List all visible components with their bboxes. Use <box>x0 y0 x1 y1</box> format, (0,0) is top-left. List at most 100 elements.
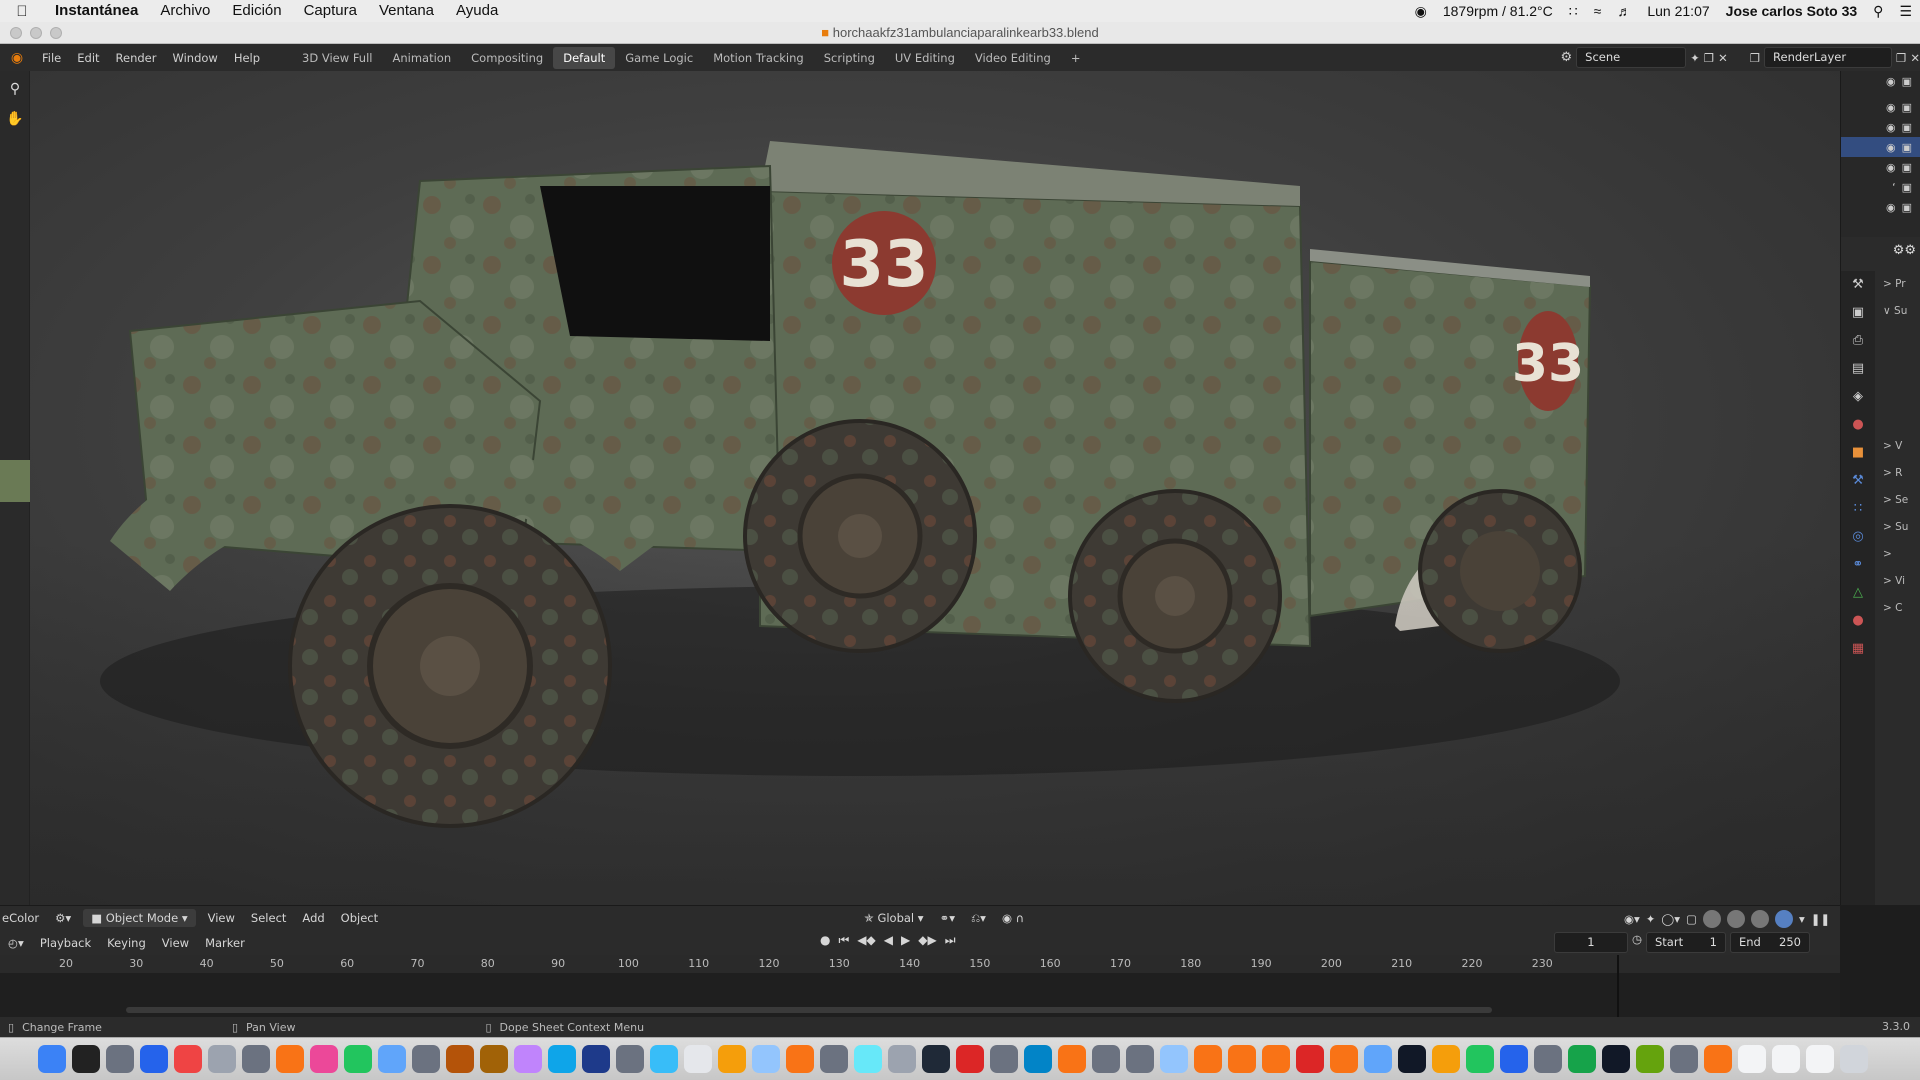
dock-app-icon[interactable] <box>1534 1045 1562 1073</box>
object-tab-icon[interactable]: ■ <box>1841 439 1875 467</box>
minimize-window-button[interactable] <box>30 27 42 39</box>
spotlight-icon[interactable]: ⚲ <box>1865 3 1891 20</box>
tab-uv-editing[interactable]: UV Editing <box>885 47 965 69</box>
dock-app-icon[interactable] <box>582 1045 610 1073</box>
pivot-icon[interactable]: ⚭▾ <box>932 911 963 925</box>
menu-select[interactable]: Select <box>243 911 294 925</box>
proportional-edit-icon[interactable]: ◉ ∩ <box>994 911 1032 925</box>
image-thumbnail-strip[interactable] <box>0 460 30 502</box>
physics-tab-icon[interactable]: ◎ <box>1841 523 1875 551</box>
panel-row[interactable]: > Pr <box>1877 271 1920 298</box>
dock-app-icon[interactable] <box>174 1045 202 1073</box>
dock-app-icon[interactable] <box>140 1045 168 1073</box>
view-layer-tab-icon[interactable]: ▤ <box>1841 355 1875 383</box>
dock-app-icon[interactable] <box>378 1045 406 1073</box>
outliner-row[interactable]: ◉ ▣ <box>1841 97 1920 117</box>
close-window-button[interactable] <box>10 27 22 39</box>
dock-app-icon[interactable] <box>1704 1045 1732 1073</box>
panel-row[interactable]: ∨ Su <box>1877 298 1920 325</box>
gizmo-icon[interactable]: ✦ <box>1646 912 1656 926</box>
tab-compositing[interactable]: Compositing <box>461 47 553 69</box>
menu-keying[interactable]: Keying <box>99 936 154 950</box>
dock-app-icon[interactable] <box>922 1045 950 1073</box>
shading-options-icon[interactable]: ▾ <box>1799 912 1805 926</box>
dock-app-icon[interactable] <box>990 1045 1018 1073</box>
dock-app-icon[interactable] <box>276 1045 304 1073</box>
hide-toggle-icon[interactable]: ◉ <box>1886 75 1896 88</box>
render-toggle-icon[interactable]: ▣ <box>1902 75 1912 88</box>
dock-app-icon[interactable] <box>1466 1045 1494 1073</box>
panel-row[interactable] <box>1877 352 1920 379</box>
end-frame-field[interactable]: End 250 <box>1730 932 1810 953</box>
dock-app-icon[interactable] <box>208 1045 236 1073</box>
preview-range-icon[interactable]: ◷ <box>1632 932 1642 953</box>
render-toggle-icon[interactable]: ▣ <box>1902 161 1912 174</box>
dock-app-icon[interactable] <box>548 1045 576 1073</box>
jump-start-icon[interactable]: ⏮ <box>838 933 849 948</box>
dock-app-icon[interactable] <box>1160 1045 1188 1073</box>
blender-logo-icon[interactable]: ◉ <box>0 50 34 66</box>
panel-row[interactable]: > R <box>1877 460 1920 487</box>
dock-app-icon[interactable] <box>616 1045 644 1073</box>
tab-scripting[interactable]: Scripting <box>814 47 885 69</box>
render-layer-field[interactable]: RenderLayer <box>1764 47 1893 68</box>
scene-field[interactable]: Scene <box>1576 47 1687 68</box>
menu-captura[interactable]: Captura <box>293 0 368 22</box>
outliner-row[interactable]: ◉ ▣ <box>1841 197 1920 217</box>
menu-object[interactable]: Object <box>333 911 386 925</box>
menu-ventana[interactable]: Ventana <box>368 0 445 22</box>
control-center-icon[interactable]: ☰ <box>1891 3 1920 20</box>
dock-app-icon[interactable] <box>1568 1045 1596 1073</box>
dock-app-icon[interactable] <box>38 1045 66 1073</box>
dock-app-icon[interactable] <box>820 1045 848 1073</box>
dock-app-icon[interactable] <box>1092 1045 1120 1073</box>
orientation-dropdown[interactable]: ✯ Global ▾ <box>856 911 931 925</box>
dock-app-icon[interactable] <box>1262 1045 1290 1073</box>
dock-app-icon[interactable] <box>956 1045 984 1073</box>
dock-app-icon[interactable] <box>854 1045 882 1073</box>
3d-viewport[interactable]: 33 33 <box>0 71 1840 905</box>
jump-end-icon[interactable]: ⏭ <box>945 933 956 948</box>
menu-app[interactable]: Instantánea <box>44 0 149 22</box>
menu-help[interactable]: Help <box>226 51 268 65</box>
hidden-toggle-icon[interactable]: ‘ <box>1892 181 1896 194</box>
dock-app-icon[interactable] <box>1228 1045 1256 1073</box>
dock-app-icon[interactable] <box>1670 1045 1698 1073</box>
dock-app-icon[interactable] <box>1500 1045 1528 1073</box>
timeline[interactable]: 20 30 40 50 60 70 80 90 100 110 120 130 140 150 160 170… <box>0 955 1840 1017</box>
dock-app-icon[interactable] <box>1126 1045 1154 1073</box>
render-layer-icon[interactable]: ❐ <box>1750 51 1760 65</box>
menu-window[interactable]: Window <box>164 51 225 65</box>
dock-app-icon[interactable] <box>1024 1045 1052 1073</box>
menu-edit[interactable]: Edit <box>69 51 107 65</box>
visibility-icon[interactable]: ◉▾ <box>1624 912 1640 926</box>
dock-app-icon[interactable] <box>1194 1045 1222 1073</box>
panel-row[interactable] <box>1877 379 1920 406</box>
current-frame-field[interactable]: 1 <box>1553 932 1628 953</box>
dock-app-icon[interactable] <box>1432 1045 1460 1073</box>
apple-icon[interactable]:  <box>0 3 44 20</box>
timeline-editor-icon[interactable]: ◴▾ <box>0 936 32 950</box>
render-toggle-icon[interactable]: ▣ <box>1902 181 1912 194</box>
next-keyframe-icon[interactable]: ◆▶ <box>918 933 936 948</box>
xray-icon[interactable]: ▢ <box>1686 912 1697 926</box>
output-tab-icon[interactable]: ⎙ <box>1841 327 1875 355</box>
volume-icon[interactable]: ♬ <box>1609 3 1639 19</box>
solid-shading-button[interactable] <box>1726 909 1745 928</box>
properties-header-icon[interactable]: ⚙⚙ <box>1893 243 1916 258</box>
dock-app-icon[interactable] <box>888 1045 916 1073</box>
menu-marker[interactable]: Marker <box>197 936 253 950</box>
menu-ayuda[interactable]: Ayuda <box>445 0 509 22</box>
hide-toggle-icon[interactable]: ◉ <box>1886 121 1896 134</box>
dock-app-icon[interactable] <box>1772 1045 1800 1073</box>
delete-scene-icon[interactable]: ✕ <box>1718 51 1728 65</box>
panel-row[interactable]: > <box>1877 541 1920 568</box>
hide-toggle-icon[interactable]: ◉ <box>1886 201 1896 214</box>
play-icon[interactable]: ▶ <box>901 933 910 948</box>
dock-app-icon[interactable] <box>1296 1045 1324 1073</box>
panel-row[interactable]: > V <box>1877 433 1920 460</box>
texture-tab-icon[interactable]: ▦ <box>1841 635 1875 663</box>
tab-3d-view-full[interactable]: 3D View Full <box>292 47 382 69</box>
dock-app-icon[interactable] <box>72 1045 100 1073</box>
tab-default[interactable]: Default <box>553 46 616 69</box>
